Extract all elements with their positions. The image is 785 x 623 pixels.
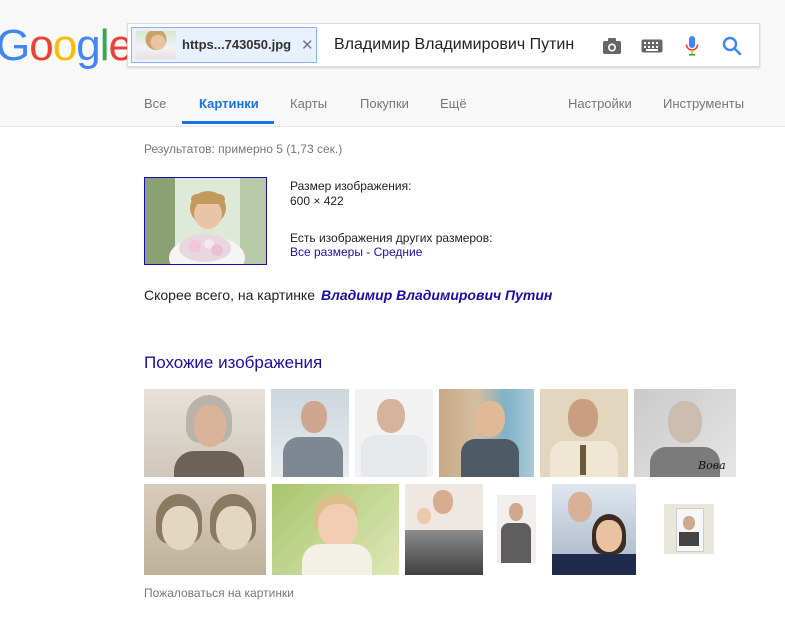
similar-image[interactable]	[272, 484, 399, 575]
query-image-preview[interactable]	[144, 177, 267, 265]
best-guess-link[interactable]: Владимир Владимирович Путин	[321, 287, 552, 303]
tab-settings[interactable]: Настройки	[568, 96, 632, 111]
similar-image[interactable]	[405, 484, 483, 575]
search-tabs: Все Картинки Карты Покупки Ещё Настройки…	[0, 92, 785, 126]
similar-image[interactable]	[355, 389, 433, 477]
similar-image[interactable]	[271, 389, 349, 477]
image-query-chip[interactable]: https...743050.jpg ✕	[131, 27, 317, 63]
logo-letter: g	[76, 21, 101, 70]
tab-maps[interactable]: Карты	[290, 96, 327, 111]
microphone-icon[interactable]	[680, 34, 704, 58]
remove-image-icon[interactable]: ✕	[301, 36, 314, 54]
similar-image[interactable]	[144, 389, 265, 477]
best-guess: Скорее всего, на картинке Владимир Владим…	[144, 287, 552, 303]
similar-image[interactable]	[144, 484, 266, 575]
search-icon[interactable]	[720, 34, 744, 58]
tab-images[interactable]: Картинки	[199, 96, 259, 111]
image-signature: Вова	[698, 459, 726, 472]
similar-image[interactable]	[664, 504, 714, 554]
tab-tools[interactable]: Инструменты	[663, 96, 744, 111]
other-sizes-links[interactable]: Все размеры - Средние	[290, 245, 422, 259]
similar-image[interactable]	[439, 389, 534, 477]
camera-icon[interactable]	[600, 34, 624, 58]
logo-letter: G	[0, 21, 30, 70]
query-image-filename: https...743050.jpg	[182, 37, 292, 52]
logo-letter: o	[52, 21, 78, 70]
tab-shopping[interactable]: Покупки	[360, 96, 409, 111]
tab-more[interactable]: Ещё	[440, 96, 467, 111]
best-guess-prefix: Скорее всего, на картинке	[144, 287, 315, 303]
image-size-label: Размер изображения:	[290, 179, 412, 193]
similar-image[interactable]	[552, 484, 636, 575]
report-images-link[interactable]: Пожаловаться на картинки	[144, 586, 294, 600]
tab-all[interactable]: Все	[144, 96, 166, 111]
logo-letter: l	[99, 21, 110, 70]
logo-letter: o	[29, 21, 54, 70]
similar-image[interactable]	[540, 389, 628, 477]
results-stats: Результатов: примерно 5 (1,73 сек.)	[144, 142, 343, 156]
active-tab-indicator	[182, 121, 274, 124]
image-size-value: 600 × 422	[290, 194, 344, 208]
search-box[interactable]: https...743050.jpg ✕ Владимир Владимиров…	[127, 23, 760, 67]
google-logo[interactable]: Google	[0, 20, 133, 72]
similar-image[interactable]	[497, 495, 536, 563]
header-bar: Google https...743050.jpg ✕ Владимир Вла…	[0, 0, 785, 127]
other-sizes-label: Есть изображения других размеров:	[290, 231, 493, 245]
query-image-thumbnail	[136, 31, 176, 59]
similar-images-heading[interactable]: Похожие изображения	[144, 353, 322, 373]
search-query-text[interactable]: Владимир Владимирович Путин	[334, 36, 574, 54]
keyboard-icon[interactable]	[640, 34, 664, 58]
similar-image[interactable]: Вова	[634, 389, 736, 477]
